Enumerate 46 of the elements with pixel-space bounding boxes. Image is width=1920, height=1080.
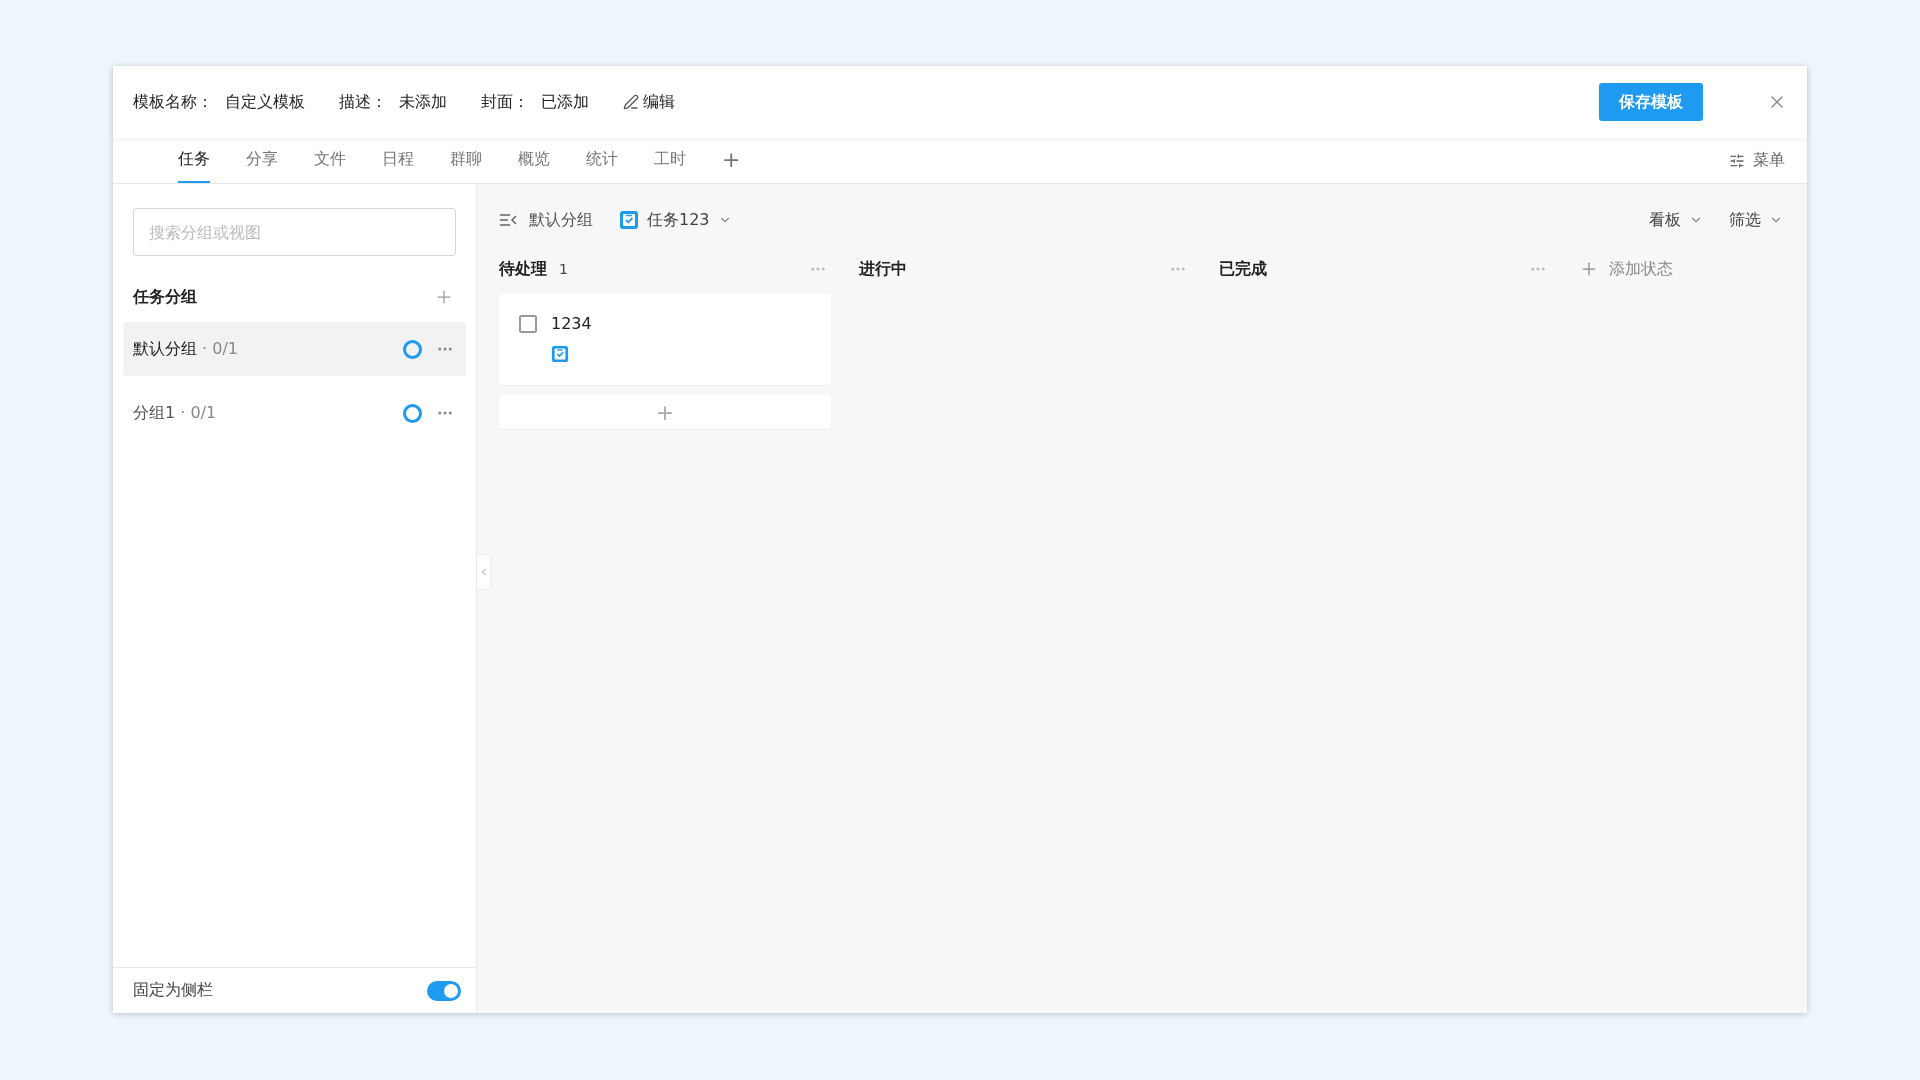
sliders-icon	[1729, 152, 1745, 169]
filter-dropdown[interactable]: 筛选	[1715, 209, 1783, 231]
view-dropdown[interactable]: 任务123	[605, 209, 732, 231]
section-title: 任务分组	[133, 286, 197, 308]
add-status-button[interactable]: 添加状态	[1579, 254, 1673, 284]
breadcrumb[interactable]: 默认分组	[499, 209, 593, 231]
tab[interactable]: 任务	[178, 138, 210, 183]
column-title: 待处理	[499, 258, 547, 280]
collapse-list-icon	[499, 213, 519, 227]
column-title: 进行中	[859, 258, 907, 280]
collapse-handle[interactable]	[477, 554, 491, 590]
pin-toggle[interactable]	[427, 980, 461, 1001]
column-title: 已完成	[1219, 258, 1267, 280]
field-value: 未添加	[399, 91, 447, 113]
column-count: 1	[559, 261, 568, 277]
pin-label: 固定为侧栏	[133, 980, 213, 1001]
tab[interactable]: 统计	[586, 138, 618, 183]
task-card[interactable]: 1234	[499, 294, 831, 385]
menu-button[interactable]: 菜单	[1723, 138, 1791, 183]
search-field[interactable]: 搜索分组或视图	[133, 208, 456, 256]
group-label: 默认分组 · 0/1	[133, 338, 238, 360]
tab[interactable]: 概览	[518, 138, 550, 183]
field-label: 封面：	[481, 91, 529, 113]
group-item[interactable]: 默认分组 · 0/1	[123, 322, 466, 376]
field-label: 模板名称：	[133, 91, 213, 113]
progress-ring-icon	[403, 403, 422, 423]
field-value: 自定义模板	[225, 91, 305, 113]
group-label: 分组1 · 0/1	[133, 402, 217, 424]
tab[interactable]: 文件	[314, 138, 346, 183]
task-title: 1234	[551, 314, 592, 333]
task-icon	[551, 345, 569, 363]
add-tab-button[interactable]: +	[722, 138, 741, 183]
task-icon	[619, 210, 639, 230]
progress-ring-icon	[403, 339, 422, 359]
pencil-icon	[623, 94, 639, 110]
task-checkbox[interactable]	[519, 314, 537, 333]
tab[interactable]: 群聊	[450, 138, 482, 183]
field-label: 描述：	[339, 91, 387, 113]
tab[interactable]: 工时	[654, 138, 686, 183]
group-item[interactable]: 分组1 · 0/1	[123, 386, 466, 440]
save-button[interactable]: 保存模板	[1599, 83, 1703, 121]
field-value: 已添加	[541, 91, 589, 113]
view-mode-dropdown[interactable]: 看板	[1635, 209, 1703, 231]
tab[interactable]: 日程	[382, 138, 414, 183]
tab[interactable]: 分享	[246, 138, 278, 183]
edit-link[interactable]: 编辑	[623, 91, 675, 113]
